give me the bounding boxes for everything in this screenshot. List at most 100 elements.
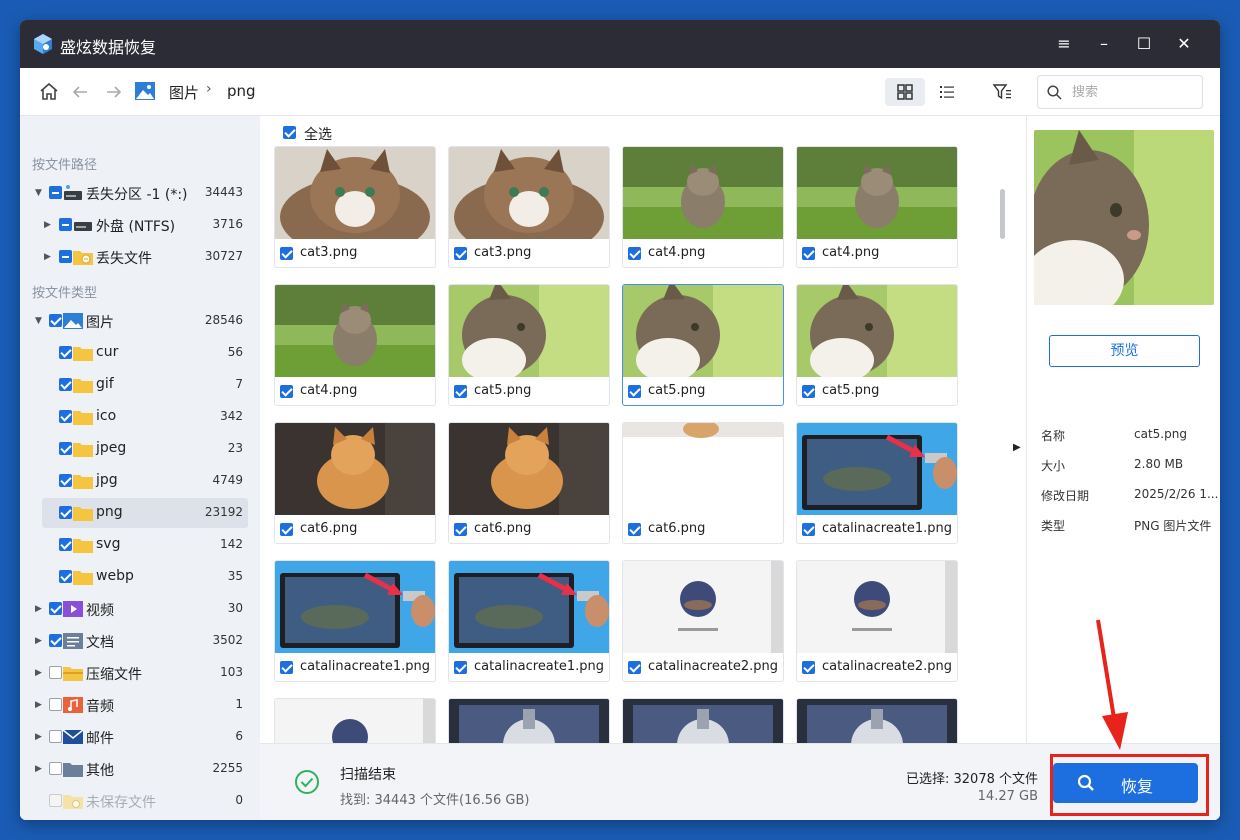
- tree-item-png[interactable]: png 23192: [20, 498, 260, 528]
- grid-view-button[interactable]: [885, 78, 925, 106]
- tree-item-webp[interactable]: webp 35: [20, 562, 260, 592]
- minimize-icon[interactable]: –: [1092, 32, 1116, 56]
- checkbox[interactable]: [59, 538, 72, 551]
- tree-item-documents[interactable]: ▶ 文档 3502: [20, 626, 260, 656]
- preview-button[interactable]: 预览: [1049, 335, 1200, 367]
- forward-arrow-icon[interactable]: [102, 80, 126, 104]
- file-card[interactable]: catalinacreate1.png: [274, 560, 436, 682]
- checkbox[interactable]: [49, 698, 62, 711]
- file-card[interactable]: cat5.png: [796, 284, 958, 406]
- tree-item-video[interactable]: ▶ 视频 30: [20, 594, 260, 624]
- checkbox[interactable]: [59, 506, 72, 519]
- file-checkbox[interactable]: [802, 523, 815, 536]
- caret-right-icon[interactable]: ▶: [35, 667, 45, 679]
- breadcrumb-pictures[interactable]: 图片: [169, 82, 199, 103]
- checkbox[interactable]: [49, 314, 62, 327]
- checkbox[interactable]: [49, 186, 62, 199]
- maximize-icon[interactable]: ☐: [1132, 32, 1156, 56]
- file-checkbox[interactable]: [802, 661, 815, 674]
- back-arrow-icon[interactable]: [68, 80, 92, 104]
- tree-item-jpeg[interactable]: jpeg 23: [20, 434, 260, 464]
- file-checkbox[interactable]: [628, 661, 641, 674]
- caret-right-icon[interactable]: ▶: [35, 699, 45, 711]
- caret-down-icon[interactable]: ▼: [35, 187, 45, 199]
- file-checkbox[interactable]: [280, 385, 293, 398]
- file-card[interactable]: catalinacreate2.png: [622, 560, 784, 682]
- file-card-partial[interactable]: [274, 698, 436, 743]
- file-checkbox[interactable]: [280, 247, 293, 260]
- file-card-partial[interactable]: [448, 698, 610, 743]
- tree-item-cur[interactable]: cur 56: [20, 338, 260, 368]
- search-input[interactable]: [1072, 82, 1192, 102]
- checkbox[interactable]: [49, 794, 62, 807]
- file-checkbox[interactable]: [454, 247, 467, 260]
- list-view-button[interactable]: [927, 78, 967, 106]
- caret-right-icon[interactable]: ▶: [35, 763, 45, 775]
- checkbox[interactable]: [49, 762, 62, 775]
- tree-item-external-disk[interactable]: ▶ 外盘 (NTFS) 3716: [20, 210, 260, 240]
- file-card[interactable]: cat6.png: [622, 422, 784, 544]
- file-checkbox[interactable]: [802, 247, 815, 260]
- file-card[interactable]: catalinacreate1.png: [796, 422, 958, 544]
- tree-item-audio[interactable]: ▶ 音频 1: [20, 690, 260, 720]
- caret-right-icon[interactable]: ▶: [35, 635, 45, 647]
- tree-item-archives[interactable]: ▶ 压缩文件 103: [20, 658, 260, 688]
- file-card[interactable]: cat4.png: [622, 146, 784, 268]
- file-checkbox[interactable]: [628, 247, 641, 260]
- file-checkbox[interactable]: [454, 661, 467, 674]
- tree-item-jpg[interactable]: jpg 4749: [20, 466, 260, 496]
- caret-right-icon[interactable]: ▶: [35, 603, 45, 615]
- caret-right-icon[interactable]: ▶: [44, 251, 54, 263]
- tree-item-unsaved-files[interactable]: 未保存文件 0: [20, 786, 260, 816]
- menu-icon[interactable]: ≡: [1052, 32, 1076, 56]
- file-checkbox[interactable]: [280, 661, 293, 674]
- file-checkbox[interactable]: [454, 385, 467, 398]
- tree-item-pictures[interactable]: ▼ 图片 28546: [20, 306, 260, 336]
- file-card[interactable]: cat4.png: [796, 146, 958, 268]
- tree-item-mail[interactable]: ▶ 邮件 6: [20, 722, 260, 752]
- file-card[interactable]: cat5.png: [448, 284, 610, 406]
- select-all-checkbox[interactable]: [283, 126, 296, 139]
- file-checkbox[interactable]: [628, 523, 641, 536]
- file-checkbox[interactable]: [628, 385, 641, 398]
- checkbox[interactable]: [49, 730, 62, 743]
- file-card[interactable]: cat3.png: [274, 146, 436, 268]
- scrollbar-thumb[interactable]: [1000, 189, 1005, 239]
- file-card[interactable]: cat6.png: [448, 422, 610, 544]
- tree-item-ico[interactable]: ico 342: [20, 402, 260, 432]
- tree-item-lost-files[interactable]: ▶ 丢失文件 30727: [20, 242, 260, 272]
- checkbox[interactable]: [59, 410, 72, 423]
- tree-item-lost-partition[interactable]: ▼ 丢失分区 -1 (*:) 34443: [20, 178, 260, 208]
- checkbox[interactable]: [59, 346, 72, 359]
- file-checkbox[interactable]: [454, 523, 467, 536]
- file-card[interactable]: catalinacreate1.png: [448, 560, 610, 682]
- home-icon[interactable]: [37, 80, 61, 104]
- caret-down-icon[interactable]: ▼: [35, 315, 45, 327]
- file-card[interactable]: cat4.png: [274, 284, 436, 406]
- checkbox[interactable]: [59, 442, 72, 455]
- file-checkbox[interactable]: [802, 385, 815, 398]
- checkbox[interactable]: [59, 474, 72, 487]
- checkbox[interactable]: [49, 602, 62, 615]
- file-checkbox[interactable]: [280, 523, 293, 536]
- checkbox[interactable]: [49, 634, 62, 647]
- caret-right-icon[interactable]: ▶: [35, 731, 45, 743]
- checkbox[interactable]: [59, 570, 72, 583]
- file-card[interactable]: catalinacreate2.png: [796, 560, 958, 682]
- file-card[interactable]: cat3.png: [448, 146, 610, 268]
- breadcrumb-png[interactable]: png: [227, 82, 256, 100]
- tree-item-svg[interactable]: svg 142: [20, 530, 260, 560]
- file-card-selected[interactable]: cat5.png: [622, 284, 784, 406]
- file-card[interactable]: cat6.png: [274, 422, 436, 544]
- checkbox[interactable]: [59, 250, 72, 263]
- checkbox[interactable]: [49, 666, 62, 679]
- checkbox[interactable]: [59, 378, 72, 391]
- tree-item-gif[interactable]: gif 7: [20, 370, 260, 400]
- collapse-panel-icon[interactable]: ▶: [1013, 442, 1021, 453]
- checkbox[interactable]: [59, 218, 72, 231]
- close-icon[interactable]: ✕: [1172, 32, 1196, 56]
- file-card-partial[interactable]: [622, 698, 784, 743]
- tree-item-other[interactable]: ▶ 其他 2255: [20, 754, 260, 784]
- caret-right-icon[interactable]: ▶: [44, 219, 54, 231]
- filter-icon[interactable]: [992, 82, 1012, 102]
